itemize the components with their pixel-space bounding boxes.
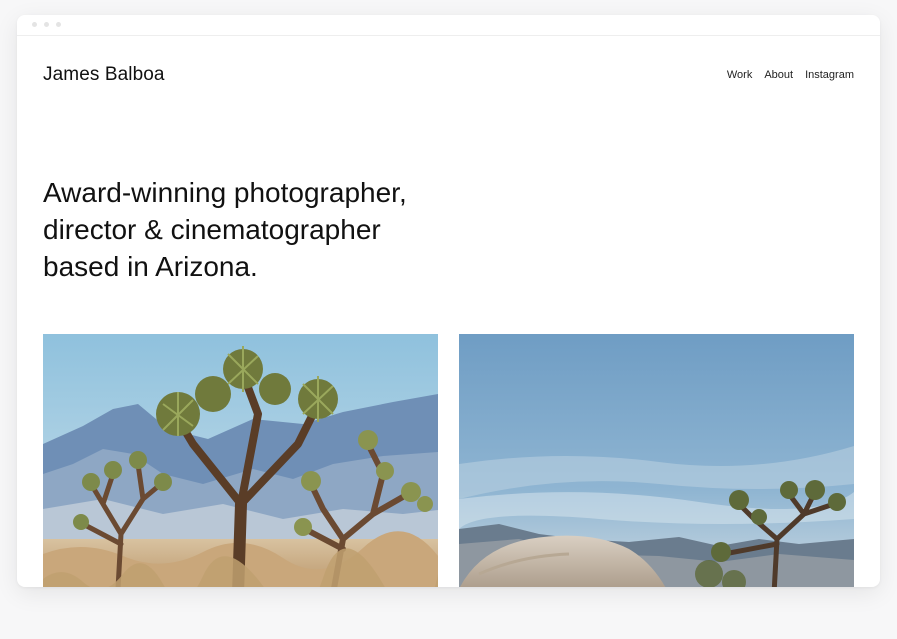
browser-window: James Balboa Work About Instagram Award-… [17, 15, 880, 587]
window-maximize-dot[interactable] [56, 22, 61, 27]
main-nav: Work About Instagram [727, 69, 854, 81]
nav-link-work[interactable]: Work [727, 69, 752, 81]
photo-boulder-sky[interactable] [459, 334, 854, 587]
hero-line: based in Arizona. [43, 251, 258, 282]
nav-link-instagram[interactable]: Instagram [805, 69, 854, 81]
window-titlebar [17, 15, 880, 36]
hero-line: director & cinematographer [43, 214, 381, 245]
site-brand[interactable]: James Balboa [43, 64, 165, 86]
nav-link-about[interactable]: About [764, 69, 793, 81]
hero-headline: Award-winning photographer, director & c… [43, 174, 463, 285]
photo-boulder-sky-image [459, 334, 854, 587]
hero-line: Award-winning photographer, [43, 177, 407, 208]
photo-joshua-trees[interactable] [43, 334, 438, 587]
photo-joshua-trees-image [43, 334, 438, 587]
window-minimize-dot[interactable] [44, 22, 49, 27]
window-close-dot[interactable] [32, 22, 37, 27]
